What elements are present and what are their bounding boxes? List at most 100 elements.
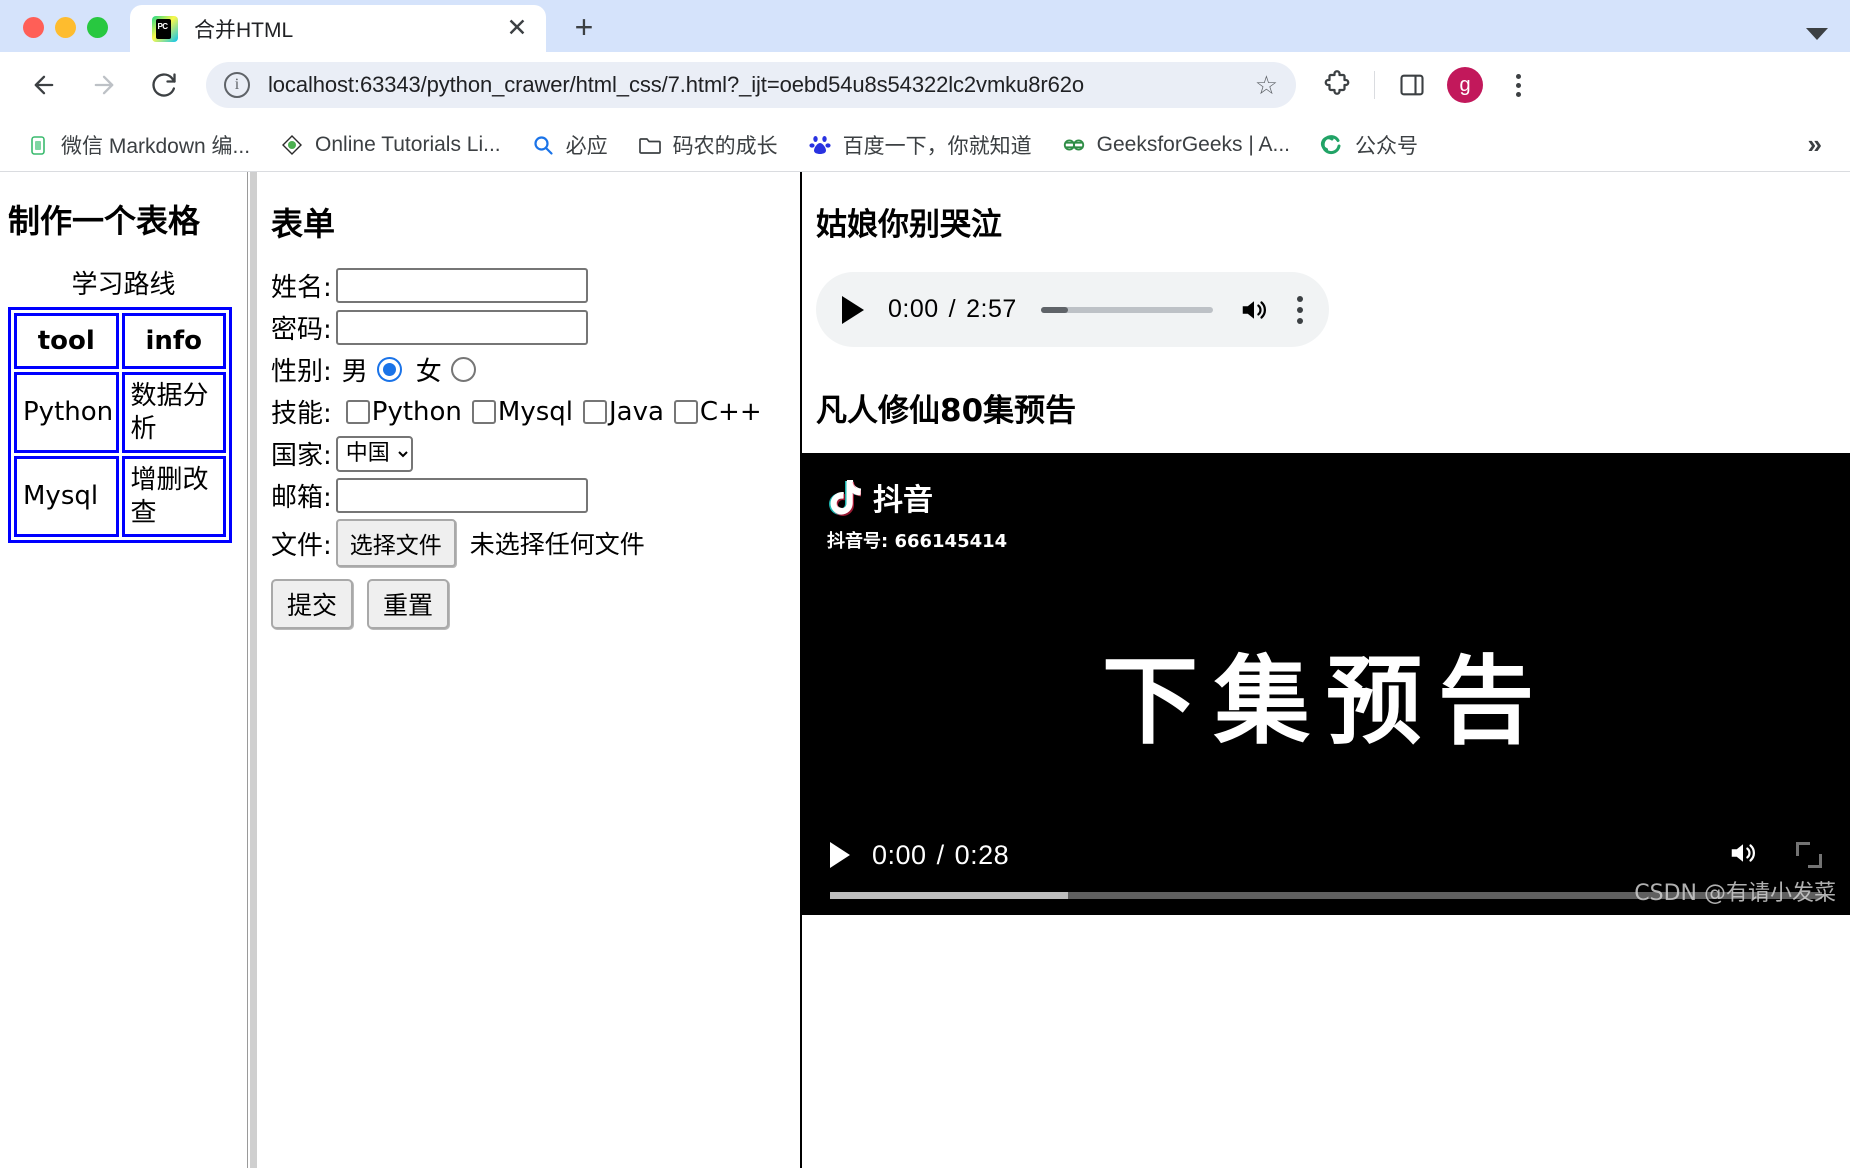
video-current-time: 0:00 [872,839,927,870]
registration-form: 姓名: 密码: 性别: 男 女 技能: Python Mysql Java C+… [271,267,800,629]
bookmark-label: Online Tutorials Li... [315,132,501,156]
close-tab-icon[interactable]: ✕ [502,14,532,44]
audio-current-time: 0:00 [888,295,939,323]
bookmark-label: GeeksforGeeks | A... [1096,132,1291,156]
bookmark-label: 必应 [565,134,608,158]
gender-option-male-label: 男 [341,357,368,387]
email-input[interactable] [335,478,588,513]
bookmark-label: 公众号 [1355,134,1419,158]
password-input[interactable] [335,310,588,345]
bookmarks-overflow-button[interactable]: » [1796,129,1834,160]
bookmark-wechat-markdown[interactable]: 微信 Markdown 编... [16,124,260,166]
audio-more-options-icon[interactable] [1297,295,1303,324]
name-label: 姓名: [271,273,332,303]
scrollbar-thumb[interactable] [250,172,257,1168]
table-header-cell: tool [14,313,119,369]
csdn-watermark: CSDN @有请小发菜 [1634,881,1836,906]
browser-menu-icon[interactable] [1495,62,1541,108]
country-label: 国家: [271,441,332,471]
left-scrollbar[interactable] [247,172,257,1168]
audio-seek-slider[interactable] [1040,306,1213,313]
table-header-row: tool info [14,313,226,369]
learning-path-table: tool info Python 数据分析 Mysql 增删改查 [8,307,232,543]
skill-label-java: Java [608,396,664,427]
gender-radio-female[interactable] [450,357,476,382]
skill-label-cpp: C++ [699,396,762,427]
site-info-icon[interactable]: i [224,72,250,98]
reload-button[interactable] [140,61,188,109]
gender-radio-male[interactable] [376,357,402,382]
form-row-email: 邮箱: [271,477,800,514]
minimize-window-button[interactable] [55,17,76,38]
tutorials-icon [280,133,304,157]
form-row-file: 文件: 选择文件 未选择任何文件 [271,519,800,567]
douyin-logo-icon [829,480,861,516]
bookmark-gongzhonghao[interactable]: 公众号 [1310,124,1428,166]
country-select[interactable]: 中国 [335,435,413,472]
toolbar-divider [1374,71,1375,99]
form-row-password: 密码: [271,309,800,346]
bookmark-bing[interactable]: 必应 [521,124,618,166]
green-swirl-icon [1320,133,1344,157]
bookmark-label: 码农的成长 [672,134,778,158]
douyin-name: 抖音 [873,483,933,518]
email-label: 邮箱: [271,483,332,513]
bookmark-star-icon[interactable]: ☆ [1255,70,1278,101]
browser-tab[interactable]: PC 合并HTML ✕ [130,5,546,52]
skill-checkbox-python[interactable] [345,399,370,424]
table-cell: Mysql [14,456,119,537]
audio-time-separator: / [948,295,957,323]
close-window-button[interactable] [23,17,44,38]
douyin-watermark: 抖音 抖音号: 666145414 [827,475,1007,553]
form-row-buttons: 提交 重置 [271,579,800,629]
side-panel-icon[interactable] [1389,62,1435,108]
chevron-down-icon[interactable] [1806,28,1828,40]
extensions-icon[interactable] [1314,62,1360,108]
reset-button[interactable]: 重置 [367,579,450,629]
new-tab-button[interactable]: + [562,5,606,49]
audio-play-icon[interactable] [842,295,864,324]
skill-checkbox-java[interactable] [582,399,607,424]
audio-player[interactable]: 0:00 / 2:57 [816,272,1329,347]
toolbar-actions: g [1314,62,1541,108]
bookmark-geeksforgeeks[interactable]: GeeksforGeeks | A... [1052,127,1300,163]
password-label: 密码: [271,315,332,345]
profile-avatar[interactable]: g [1447,67,1483,103]
bookmark-baidu[interactable]: 百度一下，你就知道 [798,124,1042,166]
maximize-window-button[interactable] [87,17,108,38]
window-controls [14,17,130,52]
wechat-markdown-icon [26,133,50,157]
bookmark-online-tutorials[interactable]: Online Tutorials Li... [270,127,511,163]
submit-button[interactable]: 提交 [271,579,354,629]
url-text: localhost:63343/python_crawer/html_css/7… [268,72,1084,97]
tab-title: 合并HTML [194,18,294,42]
table-panel: 制作一个表格 学习路线 tool info Python 数据分析 Mysql … [0,172,247,1168]
tabstrip-right-group [1806,28,1850,52]
table-caption: 学习路线 [71,270,176,300]
bookmark-label: 微信 Markdown 编... [61,134,251,158]
gender-label: 性别: [271,357,332,387]
video-fullscreen-icon[interactable] [1796,842,1822,868]
back-button[interactable] [20,61,68,109]
name-input[interactable] [335,268,588,303]
skill-checkbox-cpp[interactable] [673,399,698,424]
form-row-name: 姓名: [271,267,800,304]
gender-option-female-label: 女 [415,357,442,387]
bookmark-folder-manong[interactable]: 码农的成长 [628,124,788,166]
pycharm-favicon-icon: PC [152,15,178,42]
choose-file-button[interactable]: 选择文件 [335,519,456,567]
video-play-icon[interactable] [830,842,850,868]
table-header-cell: info [121,313,226,369]
table-cell: 增删改查 [121,456,226,537]
file-status-text: 未选择任何文件 [469,530,645,559]
bookmarks-bar: 微信 Markdown 编... Online Tutorials Li... … [0,118,1850,172]
folder-icon [638,133,662,157]
skill-checkbox-mysql[interactable] [471,399,496,424]
address-bar[interactable]: i localhost:63343/python_crawer/html_css… [206,62,1296,108]
audio-volume-icon[interactable] [1237,295,1271,325]
video-volume-icon[interactable] [1726,838,1760,873]
forward-button[interactable] [80,61,128,109]
baidu-paw-icon [808,133,832,157]
video-player[interactable]: 抖音 抖音号: 666145414 下集预告 0:00 / 0:28 CSDN … [802,453,1850,915]
form-row-skills: 技能: Python Mysql Java C++ [271,393,800,430]
